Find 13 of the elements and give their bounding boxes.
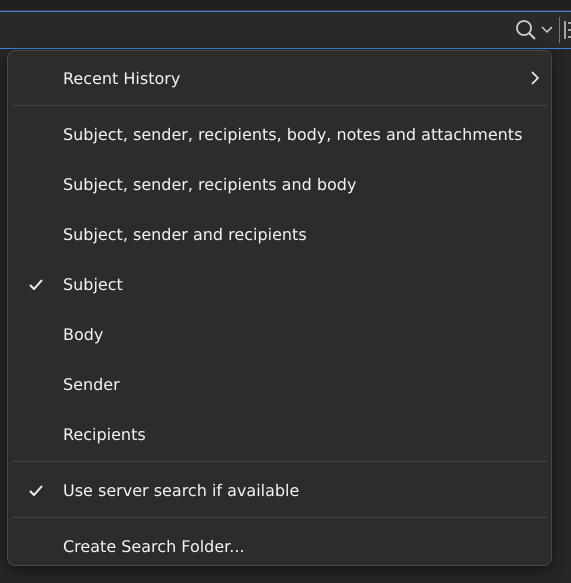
menu-item[interactable]: Subject, sender, recipients and body <box>8 159 551 209</box>
menu-item[interactable]: Body <box>8 309 551 359</box>
menu-item[interactable]: Recipients <box>8 409 551 459</box>
menu-item[interactable]: Create Search Folder... <box>8 521 551 571</box>
search-icon[interactable] <box>515 19 537 41</box>
menu-item[interactable]: Recent History <box>8 53 551 103</box>
menu-item[interactable]: Subject, sender, recipients, body, notes and attachments <box>8 109 551 159</box>
menu-item[interactable]: Subject <box>8 259 551 309</box>
menu-item[interactable]: Sender <box>8 359 551 409</box>
chevron-down-icon[interactable] <box>541 26 553 34</box>
chevron-right-icon <box>531 71 539 85</box>
menu-item[interactable]: Use server search if available <box>8 465 551 515</box>
menu-item[interactable]: Subject, sender and recipients <box>8 209 551 259</box>
